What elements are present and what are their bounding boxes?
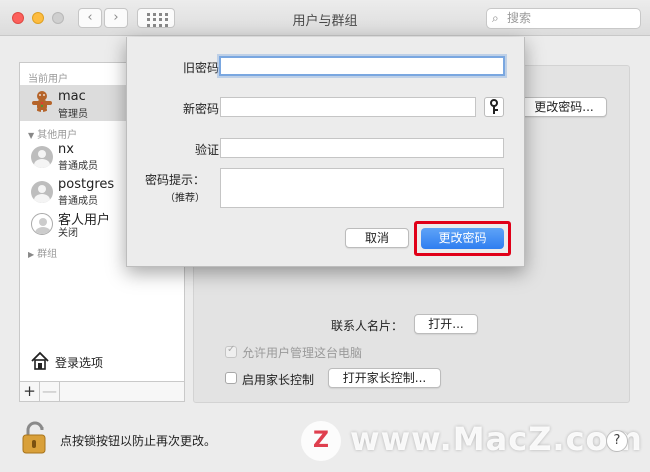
verify-label: 验证： (194, 143, 231, 157)
allow-admin-label: 允许用户管理这台电脑 (242, 346, 363, 360)
watermark-text: www.MacZ.com (350, 420, 643, 458)
verify-password-field[interactable] (220, 138, 504, 158)
gingerbread-avatar (31, 90, 53, 112)
change-password-sheet: 旧密码： 新密码： 验证： 密码提示： （推荐） 取消 更改密码 (126, 37, 525, 267)
change-password-button[interactable]: 更改密码... (521, 97, 607, 117)
user-role: 管理员 (58, 109, 88, 120)
password-hint-recommended: （推荐） (165, 193, 205, 204)
login-options-item[interactable]: 登录选项 (20, 349, 184, 375)
add-user-button[interactable]: + (20, 382, 40, 401)
highlight-box: 更改密码 (414, 221, 511, 256)
parental-controls-checkbox[interactable] (225, 372, 237, 384)
watermark-logo: Z (301, 421, 341, 461)
disclosure-triangle-icon: ▼ (28, 131, 35, 140)
help-button[interactable]: ? (606, 430, 628, 452)
current-users-header: 当前用户 (28, 74, 68, 85)
user-name: postgres (58, 177, 115, 192)
key-icon (490, 99, 498, 114)
user-role: 普通成员 (58, 196, 98, 207)
user-silhouette-icon (31, 181, 53, 203)
user-name: nx (58, 142, 74, 157)
password-hint-label: 密码提示： (144, 173, 205, 187)
contact-card-label: 联系人名片： (331, 319, 404, 333)
user-role: 普通成员 (58, 161, 98, 172)
remove-user-button[interactable]: — (40, 382, 60, 401)
password-hint-field[interactable] (220, 168, 504, 208)
house-icon (31, 351, 49, 370)
lock-icon[interactable] (20, 421, 50, 455)
old-password-field[interactable] (219, 56, 505, 76)
confirm-change-password-button[interactable]: 更改密码 (421, 228, 504, 249)
disclosure-triangle-icon: ▶ (28, 250, 35, 259)
guest-user-icon (31, 213, 53, 235)
user-silhouette-icon (31, 146, 53, 168)
new-password-label: 新密码： (182, 102, 231, 116)
search-placeholder: 搜索 (507, 11, 532, 25)
sidebar-toolbar: + — (19, 382, 185, 402)
open-parental-controls-button[interactable]: 打开家长控制... (328, 368, 441, 388)
cancel-button[interactable]: 取消 (345, 228, 409, 248)
search-icon: ⌕ (492, 11, 499, 25)
other-users-header: ▼ 其他用户 (28, 130, 78, 141)
password-assistant-button[interactable] (484, 97, 504, 117)
parental-controls-label: 启用家长控制 (242, 373, 315, 387)
title-bar: ‹ › 用户与群组 ⌕ 搜索 (0, 0, 650, 36)
new-password-field[interactable] (220, 97, 476, 117)
search-input[interactable]: ⌕ 搜索 (486, 8, 641, 29)
login-options-label: 登录选项 (55, 356, 104, 370)
groups-header[interactable]: ▶ 群组 (28, 245, 57, 260)
lock-hint-text: 点按锁按钮以防止再次更改。 (60, 434, 217, 448)
open-contact-button[interactable]: 打开... (414, 314, 478, 334)
user-name: mac (58, 89, 86, 104)
user-role: 关闭 (58, 228, 78, 239)
allow-admin-checkbox[interactable] (225, 344, 237, 358)
